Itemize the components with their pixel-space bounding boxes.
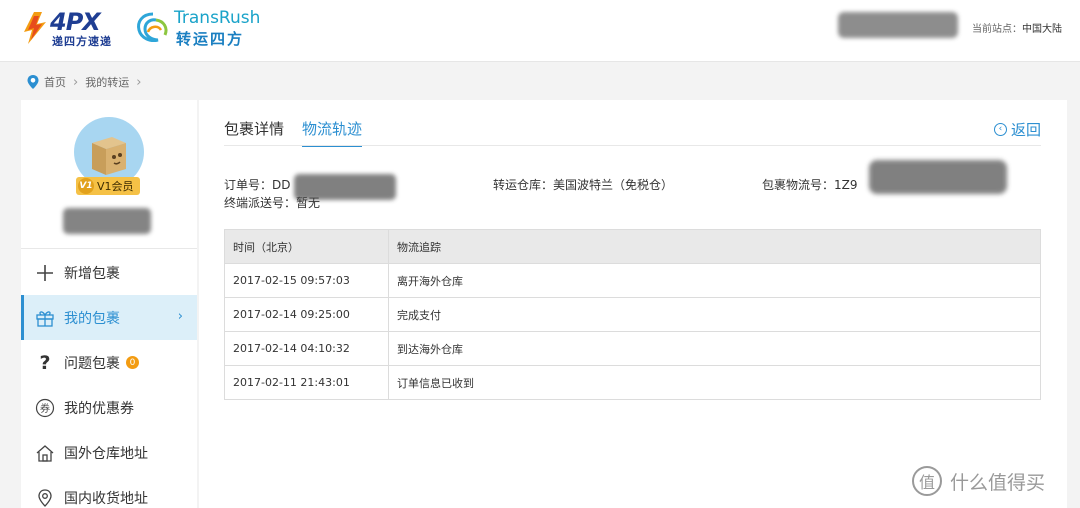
row-status: 离开海外仓库 bbox=[388, 263, 1041, 298]
back-button[interactable]: ‹ 返回 bbox=[993, 119, 1041, 140]
redacted-nickname bbox=[63, 208, 151, 234]
row-time: 2017-02-15 09:57:03 bbox=[224, 263, 389, 298]
svg-text:券: 券 bbox=[40, 402, 50, 415]
table-row: 2017-02-14 09:25:00 完成支付 bbox=[224, 297, 1041, 332]
final-label: 终端派送号： bbox=[224, 196, 297, 210]
house-icon bbox=[35, 443, 55, 463]
table-row: 2017-02-11 21:43:01 订单信息已收到 bbox=[224, 365, 1041, 400]
warehouse-value: 美国波特兰（免税仓） bbox=[553, 178, 674, 192]
tab-parcel-details[interactable]: 包裹详情 bbox=[224, 118, 284, 147]
vip-label: V1会员 bbox=[97, 180, 134, 193]
order-label: 订单号： bbox=[224, 178, 273, 192]
row-status: 到达海外仓库 bbox=[388, 331, 1041, 366]
smzdm-watermark: 值 什么值得买 bbox=[912, 466, 1045, 496]
transfer-warehouse: 转运仓库：美国波特兰（免税仓） bbox=[493, 176, 673, 193]
watermark-logo-icon: 值 bbox=[912, 466, 942, 496]
back-arrow-icon: ‹ bbox=[993, 123, 1007, 136]
redacted-tracking-number bbox=[869, 160, 1007, 194]
row-status: 完成支付 bbox=[388, 297, 1041, 332]
breadcrumb: 首页 › 我的转运 › bbox=[26, 73, 148, 91]
row-time: 2017-02-11 21:43:01 bbox=[224, 365, 389, 400]
breadcrumb-home[interactable]: 首页 bbox=[44, 74, 66, 90]
tracking-value: 1Z9 bbox=[834, 178, 858, 192]
final-value: 暂无 bbox=[296, 196, 321, 210]
sidebar-item-overseas-warehouse[interactable]: 国外仓库地址 bbox=[21, 430, 197, 475]
gift-icon bbox=[35, 308, 55, 328]
tab-tracking[interactable]: 物流轨迹 bbox=[302, 118, 363, 147]
chevron-right-icon: › bbox=[136, 74, 142, 90]
watermark-text: 什么值得买 bbox=[950, 471, 1046, 494]
sidebar-item-label: 我的优惠券 bbox=[64, 400, 134, 417]
vip-level-icon: V1 bbox=[78, 178, 94, 194]
parcel-box-icon bbox=[92, 137, 126, 175]
column-header-tracking: 物流追踪 bbox=[388, 229, 1041, 264]
sidebar-item-problem-parcels[interactable]: ? 问题包裹 0 bbox=[21, 340, 197, 385]
transrush-swirl-icon bbox=[137, 12, 168, 42]
tracking-label: 包裹物流号： bbox=[762, 178, 835, 192]
sidebar: V1 V1会员 新增包裹 我的包裹 › ? 问题包裹 0 券 我的优惠券 国外仓… bbox=[21, 100, 197, 508]
location-pin-icon bbox=[27, 75, 39, 89]
row-time: 2017-02-14 09:25:00 bbox=[224, 297, 389, 332]
transrush-brand-cn: 转运四方 bbox=[176, 30, 245, 48]
tab-divider bbox=[224, 145, 1041, 146]
row-time: 2017-02-14 04:10:32 bbox=[224, 331, 389, 366]
row-status: 订单信息已收到 bbox=[388, 365, 1041, 400]
sidebar-item-my-parcels[interactable]: 我的包裹 › bbox=[21, 295, 197, 340]
current-site-label: 当前站点： bbox=[972, 24, 1022, 35]
transrush-logo[interactable]: TransRush 转运四方 bbox=[134, 8, 264, 48]
warehouse-label: 转运仓库： bbox=[493, 178, 554, 192]
sidebar-item-coupons[interactable]: 券 我的优惠券 bbox=[21, 385, 197, 430]
sidebar-item-domestic-address[interactable]: 国内收货地址 bbox=[21, 475, 197, 508]
table-row: 2017-02-14 04:10:32 到达海外仓库 bbox=[224, 331, 1041, 366]
sidebar-divider bbox=[21, 248, 197, 249]
4px-logo[interactable]: 4PX 递四方速递 bbox=[20, 8, 130, 48]
chevron-right-icon: › bbox=[177, 309, 183, 324]
sidebar-item-label: 新增包裹 bbox=[64, 265, 120, 282]
plus-icon bbox=[35, 263, 55, 283]
tracking-number: 包裹物流号：1Z9 bbox=[762, 176, 858, 193]
top-header: 4PX 递四方速递 TransRush 转运四方 当前站点：中国大陆 bbox=[0, 0, 1080, 62]
redacted-username bbox=[838, 12, 958, 38]
vip-badge: V1 V1会员 bbox=[76, 177, 140, 195]
breadcrumb-current[interactable]: 我的转运 bbox=[85, 74, 129, 90]
final-delivery-number: 终端派送号：暂无 bbox=[224, 194, 320, 211]
sidebar-item-add-parcel[interactable]: 新增包裹 bbox=[21, 250, 197, 295]
table-header-row: 时间（北京） 物流追踪 bbox=[224, 229, 1041, 264]
question-icon: ? bbox=[39, 351, 51, 374]
current-site[interactable]: 当前站点：中国大陆 bbox=[972, 20, 1062, 35]
4px-flame-icon bbox=[24, 12, 46, 44]
current-site-value[interactable]: 中国大陆 bbox=[1022, 24, 1062, 35]
tracking-table: 时间（北京） 物流追踪 2017-02-15 09:57:03 离开海外仓库 2… bbox=[224, 229, 1041, 400]
detail-tabs: 包裹详情 物流轨迹 bbox=[224, 118, 380, 147]
4px-brand-text: 4PX bbox=[50, 8, 101, 36]
sidebar-item-label: 问题包裹 bbox=[64, 355, 120, 372]
sidebar-item-label: 国外仓库地址 bbox=[64, 445, 148, 462]
back-label: 返回 bbox=[1010, 121, 1041, 139]
coupon-icon: 券 bbox=[35, 398, 55, 418]
order-value: DD bbox=[272, 178, 291, 192]
sidebar-menu: 新增包裹 我的包裹 › ? 问题包裹 0 券 我的优惠券 国外仓库地址 国内收货… bbox=[21, 250, 197, 508]
location-pin-icon bbox=[35, 488, 55, 508]
chevron-right-icon: › bbox=[73, 74, 79, 90]
transrush-brand-en: TransRush bbox=[174, 8, 261, 28]
sidebar-item-label: 我的包裹 bbox=[64, 310, 120, 327]
problem-count-badge: 0 bbox=[126, 356, 139, 369]
4px-brand-subtitle: 递四方速递 bbox=[52, 35, 112, 48]
column-header-time: 时间（北京） bbox=[224, 229, 389, 264]
sidebar-item-label: 国内收货地址 bbox=[64, 490, 148, 507]
table-row: 2017-02-15 09:57:03 离开海外仓库 bbox=[224, 263, 1041, 298]
main-panel: 包裹详情 物流轨迹 ‹ 返回 订单号：DD 转运仓库：美国波特兰（免税仓） 包裹… bbox=[199, 100, 1067, 508]
order-number: 订单号：DD bbox=[224, 176, 291, 193]
